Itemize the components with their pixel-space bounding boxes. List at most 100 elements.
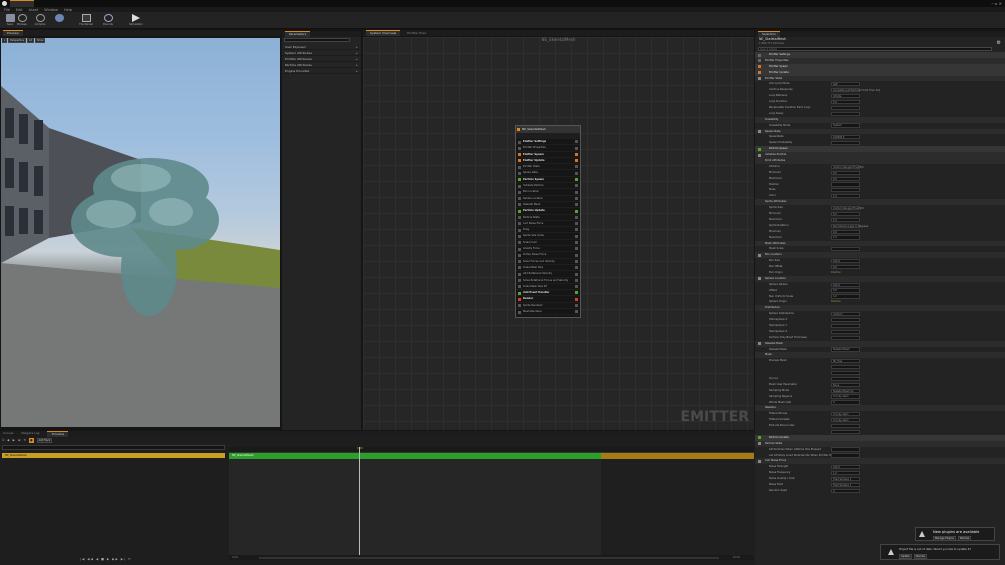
property-value-field[interactable] bbox=[831, 429, 860, 434]
track-filter-input[interactable] bbox=[2, 445, 225, 450]
property-value-field[interactable]: Complete (Let Particles Finish Then Kill… bbox=[831, 88, 880, 93]
property-value-field[interactable] bbox=[831, 329, 860, 334]
property-value-field[interactable]: 5.0 bbox=[831, 99, 860, 105]
property-value-field[interactable]: 100000.0 bbox=[831, 135, 860, 140]
toggle-icon[interactable] bbox=[575, 140, 578, 144]
toggle-icon[interactable] bbox=[575, 291, 578, 295]
property-value-field[interactable]: SK_Tree bbox=[831, 359, 860, 364]
emitter-track-bar[interactable]: NE_SkeletalMesh bbox=[229, 453, 601, 459]
snap-icon[interactable]: ⊞ bbox=[18, 438, 21, 443]
loop-icon[interactable]: ↻ bbox=[23, 438, 26, 443]
property-value-field[interactable]: 0 Array elem bbox=[831, 412, 860, 417]
emitter-node[interactable]: NE_SkeletalMesh Emitter Settings Emitter … bbox=[515, 125, 581, 318]
property-value-field[interactable]: 0.5 bbox=[831, 170, 860, 175]
asset-tab[interactable] bbox=[10, 0, 34, 7]
lit-button[interactable]: Lit bbox=[27, 38, 34, 43]
property-value-field[interactable] bbox=[831, 111, 860, 116]
niagara-log-tab[interactable]: Niagara Log bbox=[21, 431, 39, 437]
toggle-icon[interactable] bbox=[575, 209, 578, 213]
track-row[interactable]: NE_SkeletalMesh bbox=[2, 453, 225, 458]
menu-help[interactable]: Help bbox=[64, 8, 72, 12]
toggle-icon[interactable] bbox=[575, 253, 578, 257]
settings-gear-icon[interactable]: ⚙ bbox=[997, 40, 1001, 46]
property-value-field[interactable]: 0.0 bbox=[831, 229, 860, 234]
timeline-scrollbar[interactable] bbox=[259, 556, 719, 559]
simulation-button[interactable]: Simulation bbox=[128, 13, 144, 28]
property-value-field[interactable] bbox=[831, 188, 860, 193]
property-value-field[interactable]: 0 Array elem bbox=[831, 394, 860, 399]
property-value-field[interactable]: 100.0 bbox=[831, 465, 860, 470]
add-track-button[interactable]: Add Track bbox=[36, 438, 53, 443]
property-value-field[interactable]: Uniform Ranged Float 5/0 bbox=[831, 164, 864, 169]
property-value-field[interactable] bbox=[831, 365, 860, 370]
property-value-field[interactable]: 0.0 bbox=[831, 288, 860, 293]
show-button[interactable]: Show bbox=[35, 38, 46, 43]
nav-icon[interactable]: ◆ bbox=[7, 438, 9, 443]
param-engine-provided[interactable]: Engine Provided + bbox=[282, 68, 361, 74]
compile-button[interactable]: Compile bbox=[32, 13, 48, 28]
toggle-icon[interactable] bbox=[575, 165, 578, 169]
toggle-icon[interactable] bbox=[575, 234, 578, 238]
toggle-icon[interactable] bbox=[575, 228, 578, 232]
compile-options-button[interactable] bbox=[51, 13, 67, 28]
menu-file[interactable]: File bbox=[4, 8, 10, 12]
toggle-icon[interactable] bbox=[575, 152, 578, 156]
property-value-field[interactable]: 0 bbox=[831, 488, 860, 493]
window-controls[interactable]: – ▫ × bbox=[991, 1, 1002, 6]
update-project-button[interactable]: Update bbox=[899, 554, 912, 559]
property-value-field[interactable] bbox=[831, 447, 860, 452]
property-value-field[interactable]: 1.0 bbox=[831, 217, 860, 222]
menu-asset[interactable]: Asset bbox=[29, 8, 39, 12]
property-value-field[interactable]: Uniform bbox=[831, 311, 860, 317]
property-row[interactable]: Random Seed 0 bbox=[755, 488, 1005, 494]
details-search-input[interactable]: Search Details bbox=[758, 46, 992, 51]
property-value-field[interactable]: 0.0 bbox=[831, 264, 860, 270]
toggle-icon[interactable] bbox=[575, 171, 578, 175]
toggle-icon[interactable] bbox=[575, 178, 578, 182]
toggle-icon[interactable] bbox=[575, 310, 578, 314]
property-value-field[interactable] bbox=[831, 323, 860, 328]
property-value-field[interactable]: 100.0 bbox=[831, 282, 860, 287]
playback-controls[interactable]: |◀ ◀◀ ◀ ■ ▶ ▶▶ ▶| ↻ bbox=[80, 557, 132, 561]
property-value-field[interactable]: Self bbox=[831, 82, 860, 87]
property-value-field[interactable] bbox=[831, 335, 860, 340]
toggle-icon[interactable] bbox=[575, 297, 578, 301]
perspective-button[interactable]: Perspective bbox=[8, 38, 27, 43]
property-value-field[interactable]: None bbox=[831, 382, 860, 387]
toggle-icon[interactable] bbox=[575, 285, 578, 289]
manage-plugins-button[interactable]: Manage Plugins bbox=[933, 536, 956, 541]
property-value-field[interactable]: 1.0 bbox=[831, 194, 860, 199]
property-value-field[interactable] bbox=[831, 370, 860, 376]
key-icon[interactable]: ⚿ bbox=[2, 438, 4, 443]
node-stack-item[interactable]: Mesh Renderer bbox=[516, 309, 580, 316]
property-value-field[interactable] bbox=[831, 105, 860, 110]
property-value-field[interactable]: Skeletal Mesh Sp bbox=[831, 388, 860, 393]
parameters-tab[interactable]: Parameters bbox=[285, 31, 311, 37]
menu-edit[interactable]: Edit bbox=[16, 8, 23, 12]
toggle-icon[interactable] bbox=[575, 215, 578, 219]
emitter-exec-tab[interactable]: Emitter Exec bbox=[401, 31, 426, 35]
toggle-icon[interactable] bbox=[575, 266, 578, 270]
property-value-field[interactable]: Tiled Simplex 1 bbox=[831, 482, 860, 487]
property-value-field[interactable]: 0 Array elem bbox=[831, 418, 860, 423]
property-value-field[interactable]: Tiled Simplex 1 bbox=[831, 476, 860, 482]
property-value-field[interactable]: 1.0 bbox=[831, 294, 860, 299]
toggle-icon[interactable] bbox=[575, 196, 578, 200]
toggle-icon[interactable] bbox=[575, 184, 578, 188]
parameters-search-input[interactable] bbox=[284, 38, 350, 42]
playhead[interactable] bbox=[359, 447, 360, 560]
toggle-icon[interactable] bbox=[575, 278, 578, 282]
property-value-field[interactable] bbox=[831, 247, 860, 252]
toggle-icon[interactable] bbox=[575, 259, 578, 263]
toggle-icon[interactable] bbox=[575, 203, 578, 207]
curves-tab[interactable]: Curves bbox=[3, 431, 13, 437]
browse-button[interactable]: Browse bbox=[14, 13, 30, 28]
bounds-button[interactable]: Bounds bbox=[100, 13, 116, 28]
property-value-field[interactable] bbox=[831, 423, 860, 429]
preview-tab[interactable]: Preview bbox=[3, 30, 23, 36]
property-value-field[interactable]: 1.0 bbox=[831, 235, 860, 240]
add-icon[interactable]: + bbox=[355, 68, 358, 74]
property-value-field[interactable]: 0.5 bbox=[831, 211, 860, 217]
dismiss-update-button[interactable]: Dismiss bbox=[913, 554, 927, 559]
property-value-field[interactable]: System bbox=[831, 123, 860, 128]
